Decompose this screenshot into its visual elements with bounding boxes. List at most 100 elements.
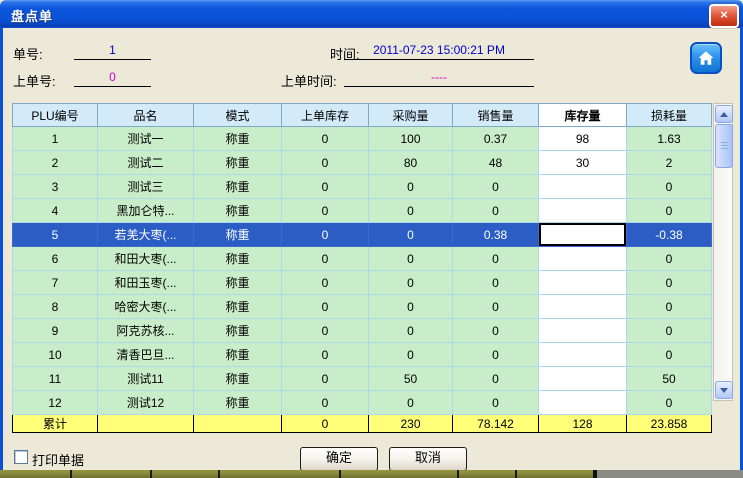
table-cell[interactable]: 0	[627, 271, 712, 295]
table-cell[interactable]: 0	[282, 343, 369, 367]
table-cell[interactable]: 0	[369, 391, 453, 415]
table-cell[interactable]: 称重	[194, 271, 282, 295]
table-cell[interactable]: 哈密大枣(...	[98, 295, 194, 319]
vertical-scrollbar[interactable]	[713, 103, 733, 401]
table-cell[interactable]: 称重	[194, 295, 282, 319]
table-cell[interactable]: 0	[282, 127, 369, 151]
table-cell[interactable]: 6	[13, 247, 98, 271]
table-cell[interactable]: 0	[627, 319, 712, 343]
close-button[interactable]: ×	[709, 4, 739, 28]
table-cell[interactable]: 0	[282, 319, 369, 343]
table-cell[interactable]: 5	[13, 223, 98, 247]
table-cell[interactable]: 0	[282, 391, 369, 415]
table-cell[interactable]	[539, 247, 627, 271]
table-cell[interactable]: 称重	[194, 391, 282, 415]
table-row[interactable]: 12测试12称重0000	[13, 391, 712, 415]
table-cell[interactable]: 0.37	[453, 127, 539, 151]
cancel-button[interactable]: 取消	[389, 447, 467, 471]
table-cell[interactable]	[539, 271, 627, 295]
table-cell[interactable]: 80	[369, 151, 453, 175]
table-cell[interactable]: 10	[13, 343, 98, 367]
table-row[interactable]: 11测试11称重050050	[13, 367, 712, 391]
table-cell[interactable]: -0.38	[627, 223, 712, 247]
table-cell[interactable]: 0	[453, 175, 539, 199]
table-cell[interactable]	[539, 175, 627, 199]
table-cell[interactable]: 12	[13, 391, 98, 415]
table-row[interactable]: 9阿克苏核...称重0000	[13, 319, 712, 343]
table-cell[interactable]: 称重	[194, 319, 282, 343]
table-cell[interactable]: 黑加仑特...	[98, 199, 194, 223]
scroll-down-button[interactable]	[715, 381, 733, 399]
table-cell[interactable]	[539, 367, 627, 391]
table-row[interactable]: 10清香巴旦...称重0000	[13, 343, 712, 367]
table-cell[interactable]: 0	[453, 295, 539, 319]
table-cell[interactable]: 1.63	[627, 127, 712, 151]
table-cell[interactable]: 0	[453, 391, 539, 415]
scrollbar-thumb[interactable]	[715, 124, 733, 168]
table-cell[interactable]: 0	[369, 295, 453, 319]
ok-button[interactable]: 确定	[300, 447, 378, 471]
table-cell[interactable]: 98	[539, 127, 627, 151]
scroll-up-button[interactable]	[715, 105, 733, 123]
table-cell[interactable]: 0	[627, 295, 712, 319]
table-cell[interactable]: 0	[282, 223, 369, 247]
table-cell[interactable]: 测试11	[98, 367, 194, 391]
table-cell[interactable]: 0	[369, 319, 453, 343]
table-row[interactable]: 3测试三称重0000	[13, 175, 712, 199]
table-cell[interactable]: 0	[453, 271, 539, 295]
print-checkbox[interactable]	[14, 450, 28, 464]
table-cell[interactable]: 50	[369, 367, 453, 391]
table-cell[interactable]: 7	[13, 271, 98, 295]
table-cell[interactable]: 0	[627, 391, 712, 415]
table-cell[interactable]	[539, 295, 627, 319]
table-cell[interactable]: 测试二	[98, 151, 194, 175]
table-cell[interactable]	[539, 343, 627, 367]
table-cell[interactable]	[539, 199, 627, 223]
table-row[interactable]: 6和田大枣(...称重0000	[13, 247, 712, 271]
table-cell[interactable]: 2	[13, 151, 98, 175]
table-row[interactable]: 2测试二称重08048302	[13, 151, 712, 175]
table-cell[interactable]: 9	[13, 319, 98, 343]
table-cell[interactable]: 0	[627, 343, 712, 367]
table-cell[interactable]: 0	[453, 367, 539, 391]
table-cell[interactable]: 和田玉枣(...	[98, 271, 194, 295]
table-cell[interactable]	[539, 223, 627, 247]
home-button[interactable]	[690, 42, 722, 74]
table-cell[interactable]: 8	[13, 295, 98, 319]
table-row[interactable]: 7和田玉枣(...称重0000	[13, 271, 712, 295]
table-cell[interactable]: 1	[13, 127, 98, 151]
table-cell[interactable]: 0	[369, 271, 453, 295]
table-cell[interactable]: 0	[369, 199, 453, 223]
table-cell[interactable]: 和田大枣(...	[98, 247, 194, 271]
table-cell[interactable]: 0	[282, 247, 369, 271]
table-cell[interactable]: 0	[453, 319, 539, 343]
table-cell[interactable]: 称重	[194, 199, 282, 223]
table-cell[interactable]: 0	[369, 175, 453, 199]
table-cell[interactable]: 0	[453, 247, 539, 271]
table-cell[interactable]: 30	[539, 151, 627, 175]
table-cell[interactable]: 48	[453, 151, 539, 175]
table-cell[interactable]: 称重	[194, 175, 282, 199]
table-cell[interactable]: 0	[627, 199, 712, 223]
table-cell[interactable]: 11	[13, 367, 98, 391]
table-row[interactable]: 5若羌大枣(...称重000.38-0.38	[13, 223, 712, 247]
table-cell[interactable]: 测试一	[98, 127, 194, 151]
table-cell[interactable]: 测试三	[98, 175, 194, 199]
table-cell[interactable]: 0	[627, 247, 712, 271]
table-cell[interactable]: 4	[13, 199, 98, 223]
table-cell[interactable]: 清香巴旦...	[98, 343, 194, 367]
table-cell[interactable]: 50	[627, 367, 712, 391]
table-cell[interactable]: 称重	[194, 247, 282, 271]
table-row[interactable]: 1测试一称重01000.37981.63	[13, 127, 712, 151]
table-cell[interactable]: 0	[282, 199, 369, 223]
table-row[interactable]: 8哈密大枣(...称重0000	[13, 295, 712, 319]
table-cell[interactable]: 称重	[194, 223, 282, 247]
table-cell[interactable]: 称重	[194, 367, 282, 391]
table-cell[interactable]: 0	[453, 199, 539, 223]
table-cell[interactable]	[539, 319, 627, 343]
table-cell[interactable]: 称重	[194, 151, 282, 175]
table-cell[interactable]: 0	[282, 295, 369, 319]
table-cell[interactable]: 2	[627, 151, 712, 175]
table-cell[interactable]: 0	[369, 247, 453, 271]
table-cell[interactable]: 0	[369, 223, 453, 247]
